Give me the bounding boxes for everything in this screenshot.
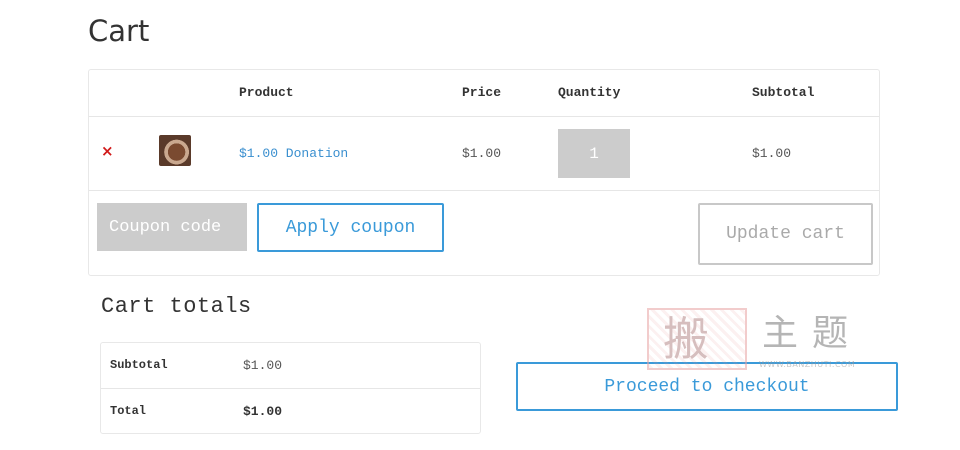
watermark-text: 主题 [762,313,863,354]
total-label: Total [110,404,147,418]
header-subtotal: Subtotal [752,85,815,100]
totals-row-total: Total $1.00 [101,389,480,435]
coupon-code-input[interactable] [97,203,247,251]
cart-table: Product Price Quantity Subtotal × $1.00 … [88,69,880,276]
proceed-to-checkout-button[interactable]: Proceed to checkout [516,362,898,411]
subtotal-value: $1.00 [243,358,283,373]
remove-item-icon[interactable]: × [101,144,114,159]
product-price: $1.00 [462,146,502,161]
product-link[interactable]: $1.00 Donation [239,146,348,161]
watermark-stamp: 搬 [647,308,747,370]
header-price: Price [462,85,502,100]
total-value: $1.00 [243,404,283,419]
product-thumbnail[interactable] [159,135,191,166]
cart-totals-title: Cart totals [101,294,252,319]
header-product: Product [239,85,294,100]
subtotal-label: Subtotal [110,358,168,372]
cart-totals-table: Subtotal $1.00 Total $1.00 [100,342,481,434]
header-quantity: Quantity [558,85,621,100]
table-row: × $1.00 Donation $1.00 $1.00 [89,117,879,191]
watermark-stamp-char: 搬 [663,312,709,366]
totals-row-subtotal: Subtotal $1.00 [101,343,480,389]
apply-coupon-button[interactable]: Apply coupon [257,203,444,252]
cart-table-header: Product Price Quantity Subtotal [89,70,879,117]
update-cart-button[interactable]: Update cart [698,203,873,265]
quantity-input[interactable] [558,129,630,178]
product-subtotal: $1.00 [752,146,792,161]
page-title: Cart [88,14,150,48]
